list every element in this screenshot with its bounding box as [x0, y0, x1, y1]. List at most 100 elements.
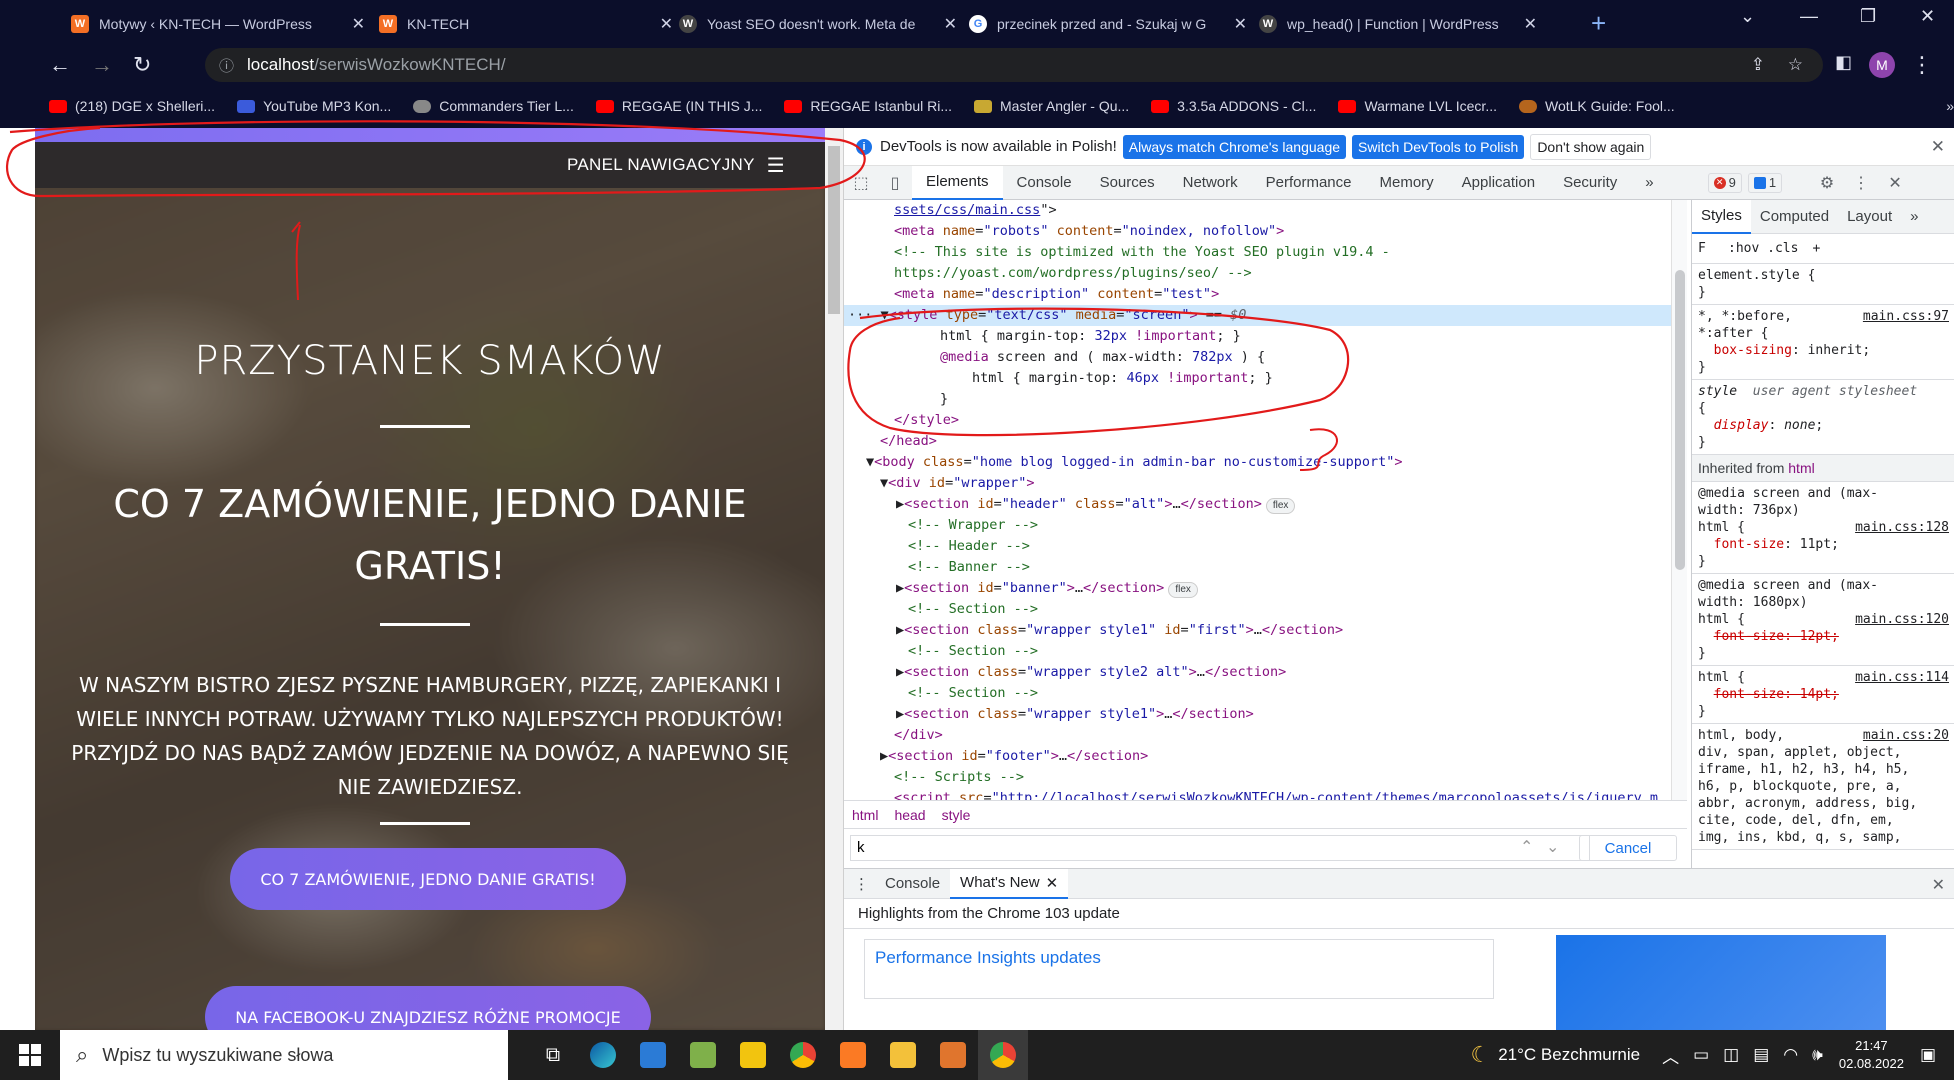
tab-styles[interactable]: Styles	[1692, 200, 1751, 234]
tab-performance[interactable]: Performance	[1252, 166, 1366, 200]
weather-label[interactable]: 21°C Bezchmurnie	[1498, 1045, 1640, 1065]
volume-icon[interactable]: 🕪	[1812, 1045, 1823, 1065]
gear-icon[interactable]: ⚙	[1810, 173, 1844, 193]
close-icon[interactable]: ✕	[1524, 14, 1537, 34]
dom-line[interactable]: https://yoast.com/wordpress/plugins/seo/…	[844, 263, 1671, 284]
breadcrumb-html[interactable]: html	[852, 807, 878, 823]
breadcrumb-head[interactable]: head	[894, 807, 925, 823]
browser-tab[interactable]: W Yoast SEO doesn't work. Meta de ✕	[655, 6, 965, 42]
dom-line[interactable]: <meta name="robots" content="noindex, no…	[844, 221, 1671, 242]
task-view-icon[interactable]: ⧉	[528, 1030, 578, 1080]
new-tab-button[interactable]: +	[1591, 8, 1606, 39]
tab-whats-new[interactable]: What's New ✕	[950, 868, 1069, 899]
bookmark-item[interactable]: Commanders Tier L...	[413, 98, 574, 114]
close-icon[interactable]: ✕	[1931, 137, 1945, 157]
kebab-menu-icon[interactable]: ⋮	[1911, 52, 1933, 78]
style-rule[interactable]: @media screen and (max-width: 1680px) mai…	[1692, 574, 1954, 666]
hamburger-menu-icon[interactable]: ☰	[767, 153, 785, 178]
dom-line[interactable]: <!-- Banner -->	[844, 557, 1671, 578]
forward-icon[interactable]: →	[91, 52, 113, 78]
promo-button[interactable]: CO 7 ZAMÓWIENIE, JEDNO DANIE GRATIS!	[230, 848, 626, 910]
edge-icon[interactable]	[578, 1030, 628, 1080]
browser-tab[interactable]: G przecinek przed and - Szukaj w G ✕	[945, 6, 1255, 42]
scrollbar-thumb[interactable]	[828, 146, 840, 314]
file-explorer-icon[interactable]	[878, 1030, 928, 1080]
more-bookmarks-icon[interactable]: »	[1946, 98, 1954, 114]
tab-sources[interactable]: Sources	[1086, 166, 1169, 200]
browser-tab[interactable]: W KN-TECH ✕	[355, 6, 681, 42]
dom-line[interactable]: ▶<section class="wrapper style1" id="fir…	[844, 620, 1671, 641]
maximize-icon[interactable]: ❐	[1860, 6, 1876, 27]
minimize-icon[interactable]: —	[1800, 6, 1818, 27]
dom-line[interactable]: <!-- Scripts -->	[844, 767, 1671, 788]
search-up-icon[interactable]: ⌃	[1520, 837, 1533, 857]
side-panel-icon[interactable]: ◧	[1835, 52, 1852, 73]
bookmark-star-icon[interactable]: ☆	[1788, 55, 1803, 75]
tab-memory[interactable]: Memory	[1366, 166, 1448, 200]
tab-layout[interactable]: Layout	[1838, 200, 1901, 234]
dom-line[interactable]: html { margin-top: 32px !important; }	[844, 326, 1671, 347]
tray-app-icon[interactable]: ◫	[1723, 1045, 1739, 1065]
device-toolbar-icon[interactable]: ▯	[878, 173, 912, 193]
dom-line[interactable]: <!-- Section -->	[844, 599, 1671, 620]
scrollbar-thumb[interactable]	[1675, 270, 1685, 570]
bookmark-item[interactable]: WotLK Guide: Fool...	[1518, 98, 1675, 114]
windows-start-icon[interactable]	[0, 1030, 60, 1080]
style-rule[interactable]: main.css:20 html, body, div, span, applet,…	[1692, 724, 1954, 850]
dom-line[interactable]: <!-- Section -->	[844, 641, 1671, 662]
tray-device-icon[interactable]: ▭	[1693, 1045, 1709, 1065]
tab-elements[interactable]: Elements	[912, 165, 1003, 200]
address-bar[interactable]: ⓘ localhost/serwisWozkowKNTECH/ ⇪ ☆	[205, 48, 1823, 82]
dom-line[interactable]: <!-- Wrapper -->	[844, 515, 1671, 536]
tab-drawer-console[interactable]: Console	[875, 875, 950, 892]
search-down-icon[interactable]: ⌄	[1546, 837, 1559, 857]
taskbar-search-input[interactable]: ⌕ Wpisz tu wyszukiwane słowa	[60, 1030, 508, 1080]
style-rule[interactable]: main.css:114 html { font-size: 14pt;}	[1692, 666, 1954, 724]
more-tabs-icon[interactable]: »	[1631, 166, 1667, 200]
avatar[interactable]: M	[1869, 52, 1895, 78]
dom-line[interactable]: </div>	[844, 725, 1671, 746]
more-tabs-icon[interactable]: »	[1901, 200, 1927, 234]
dom-line[interactable]: ▶<section id="footer">…</section>	[844, 746, 1671, 767]
inspect-element-icon[interactable]: ⬚	[844, 173, 878, 193]
bookmark-item[interactable]: REGGAE Istanbul Ri...	[784, 98, 952, 114]
window-close-icon[interactable]: ✕	[1920, 6, 1935, 27]
styles-filter[interactable]: F:hov .cls +	[1692, 234, 1954, 264]
search-input[interactable]: k	[850, 835, 1590, 861]
media-player-icon[interactable]	[928, 1030, 978, 1080]
dom-line[interactable]: <!-- Header -->	[844, 536, 1671, 557]
bookmark-item[interactable]: (218) DGE x Shelleri...	[49, 98, 215, 114]
dom-line-selected[interactable]: ··· ▼<style type="text/css" media="scree…	[844, 305, 1671, 326]
dom-line[interactable]: </style>	[844, 410, 1671, 431]
bookmark-item[interactable]: Master Angler - Qu...	[974, 98, 1129, 114]
notifications-icon[interactable]: ▣	[1920, 1045, 1936, 1065]
dont-show-again-button[interactable]: Don't show again	[1530, 133, 1652, 160]
dom-line[interactable]: ▶<section id="banner">…</section> flex	[844, 578, 1671, 599]
chevron-up-icon[interactable]: ︿	[1662, 1043, 1679, 1068]
drawer-menu-icon[interactable]: ⋮	[854, 875, 869, 893]
dom-line[interactable]: <script src="http://localhost/serwisWozk…	[844, 788, 1671, 800]
switch-language-button[interactable]: Switch DevTools to Polish	[1352, 134, 1525, 159]
dom-line[interactable]: <!-- This site is optimized with the Yoa…	[844, 242, 1671, 263]
style-rule[interactable]: @media screen and (max-width: 736px) main…	[1692, 482, 1954, 574]
bookmark-item[interactable]: YouTube MP3 Kon...	[237, 98, 391, 114]
sticky-notes-icon[interactable]	[728, 1030, 778, 1080]
error-badge[interactable]: ✕ 9	[1707, 172, 1742, 193]
message-badge[interactable]: 1	[1747, 172, 1783, 193]
notepad-icon[interactable]	[678, 1030, 728, 1080]
dom-line[interactable]: ▶<section id="header" class="alt">…</sec…	[844, 494, 1671, 515]
dom-line[interactable]: @media screen and ( max-width: 782px ) {	[844, 347, 1671, 368]
dom-line[interactable]: <meta name="description" content="test">	[844, 284, 1671, 305]
tab-network[interactable]: Network	[1169, 166, 1252, 200]
dom-line[interactable]: ▶<section class="wrapper style1">…</sect…	[844, 704, 1671, 725]
dom-line[interactable]: </head>	[844, 431, 1671, 452]
xampp-icon[interactable]	[828, 1030, 878, 1080]
cancel-button[interactable]: Cancel	[1579, 835, 1677, 861]
nav-panel-label[interactable]: PANEL NAWIGACYJNY	[567, 155, 755, 175]
dom-line[interactable]: ▼<body class="home blog logged-in admin-…	[844, 452, 1671, 473]
bookmark-item[interactable]: 3.3.5a ADDONS - Cl...	[1151, 98, 1316, 114]
tab-computed[interactable]: Computed	[1751, 200, 1838, 234]
chrome-active-icon[interactable]	[978, 1030, 1028, 1080]
dom-line[interactable]: html { margin-top: 46px !important; }	[844, 368, 1671, 389]
wp-admin-bar[interactable]	[35, 128, 825, 142]
